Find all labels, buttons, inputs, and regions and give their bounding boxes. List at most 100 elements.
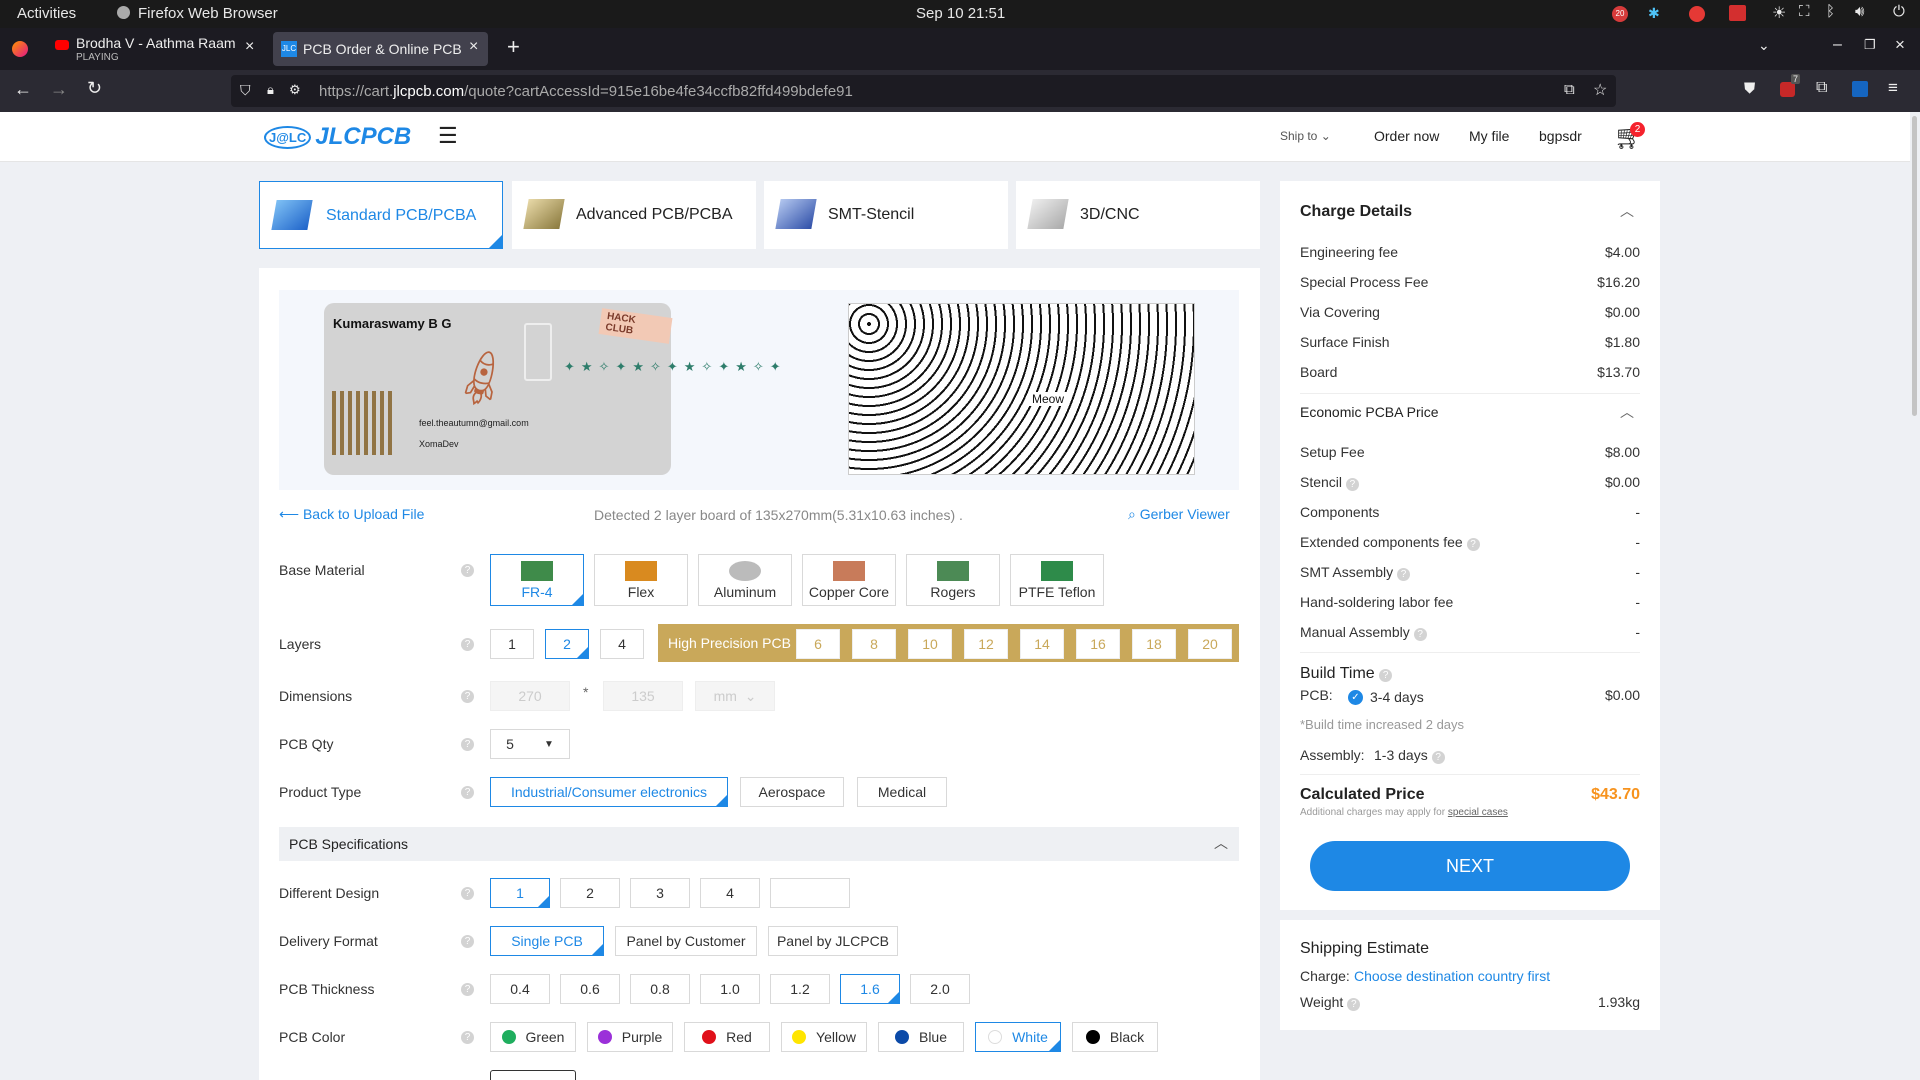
back-icon[interactable]: ← bbox=[14, 79, 32, 100]
thickness-1-6[interactable]: 1.6 bbox=[840, 974, 900, 1004]
menu-list-icon[interactable]: ☰ bbox=[438, 123, 458, 149]
color-black[interactable]: Black bbox=[1072, 1022, 1158, 1052]
product-type-medical[interactable]: Medical bbox=[857, 777, 947, 807]
bookmark-star-icon[interactable]: ☆ bbox=[1593, 80, 1607, 100]
clock[interactable]: Sep 10 21:51 bbox=[916, 5, 1005, 22]
gerber-viewer-link[interactable]: ⌕ Gerber Viewer bbox=[1128, 506, 1230, 523]
layers-20[interactable]: 20 bbox=[1188, 629, 1232, 659]
help-icon[interactable]: ? bbox=[461, 738, 474, 751]
color-yellow[interactable]: Yellow bbox=[781, 1022, 867, 1052]
help-icon[interactable]: ? bbox=[1397, 568, 1410, 581]
layers-4[interactable]: 4 bbox=[600, 629, 644, 659]
bluetooth-icon[interactable]: ᛒ bbox=[1826, 3, 1835, 20]
thickness-0-8[interactable]: 0.8 bbox=[630, 974, 690, 1004]
layers-10[interactable]: 10 bbox=[908, 629, 952, 659]
thickness-0-6[interactable]: 0.6 bbox=[560, 974, 620, 1004]
pocket-icon[interactable]: ⛊ bbox=[1744, 80, 1755, 97]
layers-2[interactable]: 2 bbox=[545, 629, 589, 659]
material-flex[interactable]: Flex bbox=[594, 554, 688, 606]
tab-jlcpcb[interactable]: JLC PCB Order & Online PCB × bbox=[273, 32, 488, 66]
thickness-0-4[interactable]: 0.4 bbox=[490, 974, 550, 1004]
delivery-panel-by-jlcpcb[interactable]: Panel by JLCPCB bbox=[768, 926, 898, 956]
tab-smt-stencil[interactable]: SMT-Stencil bbox=[764, 181, 1008, 249]
brightness-icon[interactable]: ☀ bbox=[1772, 3, 1786, 23]
volume-icon[interactable]: 🔊︎ bbox=[1855, 3, 1864, 20]
url-bar[interactable]: ⛉ 🔒︎ ⚙ https://cart.jlcpcb.com/quote?car… bbox=[231, 75, 1616, 107]
activities-button[interactable]: Activities bbox=[17, 5, 76, 22]
reload-icon[interactable]: ↻ bbox=[87, 78, 102, 99]
lock-icon[interactable]: 🔒︎ bbox=[267, 82, 274, 98]
order-now-link[interactable]: Order now bbox=[1374, 128, 1439, 144]
notification-badge-icon[interactable]: 20 bbox=[1612, 6, 1628, 22]
dimension-width-input[interactable]: 270 bbox=[490, 681, 570, 711]
layers-16[interactable]: 16 bbox=[1076, 629, 1120, 659]
next-row-option-partial[interactable] bbox=[490, 1070, 576, 1080]
design-2[interactable]: 2 bbox=[560, 878, 620, 908]
help-icon[interactable]: ? bbox=[461, 1031, 474, 1044]
material-copper-core[interactable]: Copper Core bbox=[802, 554, 896, 606]
help-icon[interactable]: ? bbox=[1379, 669, 1393, 682]
help-icon[interactable]: ? bbox=[461, 983, 474, 996]
jlcpcb-logo[interactable]: J@LC JLCPCB bbox=[264, 121, 416, 153]
help-icon[interactable]: ? bbox=[461, 887, 474, 900]
tab-youtube[interactable]: Brodha V - Aathma Raam PLAYING × bbox=[47, 32, 263, 66]
color-red[interactable]: Red bbox=[684, 1022, 770, 1052]
product-type-industrial[interactable]: Industrial/Consumer electronics bbox=[490, 777, 728, 807]
active-app-label[interactable]: Firefox Web Browser bbox=[138, 5, 278, 22]
layers-12[interactable]: 12 bbox=[964, 629, 1008, 659]
minimize-icon[interactable]: – bbox=[1833, 36, 1842, 54]
special-cases-link[interactable]: special cases bbox=[1448, 807, 1508, 818]
design-1[interactable]: 1 bbox=[490, 878, 550, 908]
layers-8[interactable]: 8 bbox=[852, 629, 896, 659]
new-tab-icon[interactable]: + bbox=[507, 34, 520, 60]
help-icon[interactable]: ? bbox=[1431, 751, 1445, 764]
check-circle-icon[interactable]: ✓ bbox=[1348, 690, 1363, 705]
layers-6[interactable]: 6 bbox=[796, 629, 840, 659]
next-button[interactable]: NEXT bbox=[1310, 841, 1630, 891]
pcb-specifications-header[interactable]: PCB Specifications ︿ bbox=[279, 827, 1239, 861]
hamburger-menu-icon[interactable]: ≡ bbox=[1888, 78, 1898, 98]
pcb-bottom-preview[interactable]: Meow bbox=[848, 303, 1195, 475]
tab-standard-pcb[interactable]: Standard PCB/PCBA bbox=[259, 181, 503, 249]
help-icon[interactable]: ? bbox=[1347, 998, 1361, 1011]
scrollbar-thumb[interactable] bbox=[1912, 116, 1917, 416]
extensions-puzzle-icon[interactable]: ⧉ bbox=[1816, 79, 1827, 97]
shield-icon[interactable]: ⛉ bbox=[240, 82, 251, 99]
permissions-icon[interactable]: ⚙ bbox=[289, 82, 301, 98]
delivery-single-pcb[interactable]: Single PCB bbox=[490, 926, 604, 956]
firefox-menu-icon[interactable] bbox=[12, 41, 28, 57]
close-tab-icon[interactable]: × bbox=[469, 38, 478, 56]
list-tabs-chevron-icon[interactable]: ⌄ bbox=[1758, 37, 1770, 54]
page-scrollbar[interactable] bbox=[1910, 112, 1920, 1080]
thickness-1-2[interactable]: 1.2 bbox=[770, 974, 830, 1004]
color-blue[interactable]: Blue bbox=[878, 1022, 964, 1052]
dimension-unit-select[interactable]: mm ⌄ bbox=[695, 681, 775, 711]
tab-3d-cnc[interactable]: 3D/CNC bbox=[1016, 181, 1260, 249]
design-3[interactable]: 3 bbox=[630, 878, 690, 908]
material-aluminum[interactable]: Aluminum bbox=[698, 554, 792, 606]
color-purple[interactable]: Purple bbox=[587, 1022, 673, 1052]
restore-icon[interactable]: ❐ bbox=[1864, 37, 1876, 53]
pcb-top-preview[interactable]: Kumaraswamy B G HACK CLUB 🚀︎ feel.theaut… bbox=[324, 303, 781, 475]
design-4[interactable]: 4 bbox=[700, 878, 760, 908]
translate-extension-icon[interactable] bbox=[1852, 81, 1868, 97]
url-text[interactable]: https://cart.jlcpcb.com/quote?cartAccess… bbox=[319, 83, 853, 100]
extension-icon[interactable] bbox=[1780, 82, 1795, 97]
help-icon[interactable]: ? bbox=[1345, 478, 1359, 491]
chevron-up-icon[interactable]: ︿ bbox=[1620, 402, 1634, 422]
layers-18[interactable]: 18 bbox=[1132, 629, 1176, 659]
material-ptfe-teflon[interactable]: PTFE Teflon bbox=[1010, 554, 1104, 606]
design-custom-input[interactable] bbox=[770, 878, 850, 908]
product-type-aerospace[interactable]: Aerospace bbox=[740, 777, 844, 807]
help-icon[interactable]: ? bbox=[461, 638, 474, 651]
user-name[interactable]: bgpsdr bbox=[1539, 128, 1582, 144]
color-white[interactable]: White bbox=[975, 1022, 1061, 1052]
ship-to-dropdown[interactable]: Ship to ⌄ bbox=[1280, 129, 1331, 143]
close-tab-icon[interactable]: × bbox=[245, 38, 254, 56]
layers-1[interactable]: 1 bbox=[490, 629, 534, 659]
my-file-link[interactable]: My file bbox=[1469, 128, 1509, 144]
help-icon[interactable]: ? bbox=[461, 690, 474, 703]
chevron-up-icon[interactable]: ︿ bbox=[1620, 201, 1634, 221]
material-fr4[interactable]: FR-4 bbox=[490, 554, 584, 606]
delivery-panel-by-customer[interactable]: Panel by Customer bbox=[615, 926, 757, 956]
